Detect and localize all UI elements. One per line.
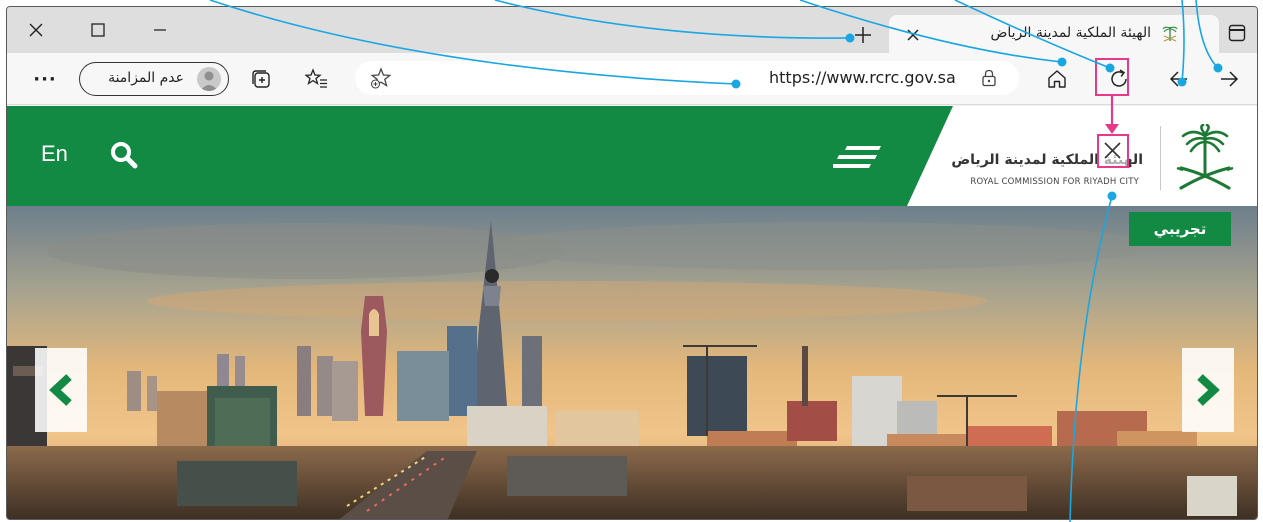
palm-emblem-icon: [1162, 26, 1178, 42]
new-tab-plus-icon[interactable]: [849, 21, 877, 49]
browser-window: الهيئة الملكية لمدينة الرياض ··· عدم الم…: [6, 6, 1258, 520]
title-bar: الهيئة الملكية لمدينة الرياض: [7, 7, 1257, 53]
logo-english-text: ROYAL COMMISSION FOR RIYADH CITY: [970, 177, 1139, 187]
maximize-icon[interactable]: [83, 15, 113, 45]
next-slide-button[interactable]: [1182, 348, 1234, 432]
tab-close-icon[interactable]: [901, 23, 925, 47]
arrow-left-icon[interactable]: [1165, 65, 1193, 93]
chevron-left-icon: [49, 374, 72, 406]
minimize-icon[interactable]: [145, 15, 175, 45]
menu-icon[interactable]: [833, 142, 883, 172]
stop-highlight-box: [1097, 134, 1129, 168]
more-ellipsis-icon[interactable]: ···: [31, 65, 59, 93]
collections-icon[interactable]: [247, 65, 275, 93]
profile-label: عدم المزامنة: [108, 70, 184, 86]
address-bar[interactable]: https://www.rcrc.gov.sa: [355, 61, 1019, 95]
browser-toolbar: ··· عدم المزامنة https://www.rcrc.gov.sa: [7, 53, 1257, 105]
arrow-right-icon[interactable]: [1215, 65, 1243, 93]
logo-divider: [1160, 126, 1161, 190]
saudi-emblem-icon: [1176, 124, 1234, 190]
refresh-highlight-box: [1095, 58, 1129, 96]
previous-slide-button[interactable]: [35, 348, 87, 432]
add-favorite-star-icon[interactable]: [367, 64, 395, 92]
search-icon[interactable]: [109, 140, 139, 170]
stop-close-icon: [1104, 142, 1121, 159]
avatar: [197, 67, 221, 91]
tab-rcrc[interactable]: الهيئة الملكية لمدينة الرياض: [889, 15, 1219, 53]
lock-icon[interactable]: [975, 64, 1003, 92]
language-switch-link[interactable]: En: [41, 141, 68, 167]
hero-city-image: [7, 206, 1257, 519]
favorites-list-icon[interactable]: [303, 65, 331, 93]
profile-button[interactable]: عدم المزامنة: [79, 62, 229, 96]
hero-slider: [7, 206, 1257, 519]
tab-actions-icon[interactable]: [1225, 21, 1249, 45]
close-window-icon[interactable]: [21, 15, 51, 45]
tab-title: الهيئة الملكية لمدينة الرياض: [990, 25, 1151, 41]
beta-badge: تجريبي: [1129, 212, 1231, 246]
home-icon[interactable]: [1043, 65, 1071, 93]
url-text[interactable]: https://www.rcrc.gov.sa: [769, 68, 956, 87]
chevron-right-icon: [1197, 374, 1220, 406]
